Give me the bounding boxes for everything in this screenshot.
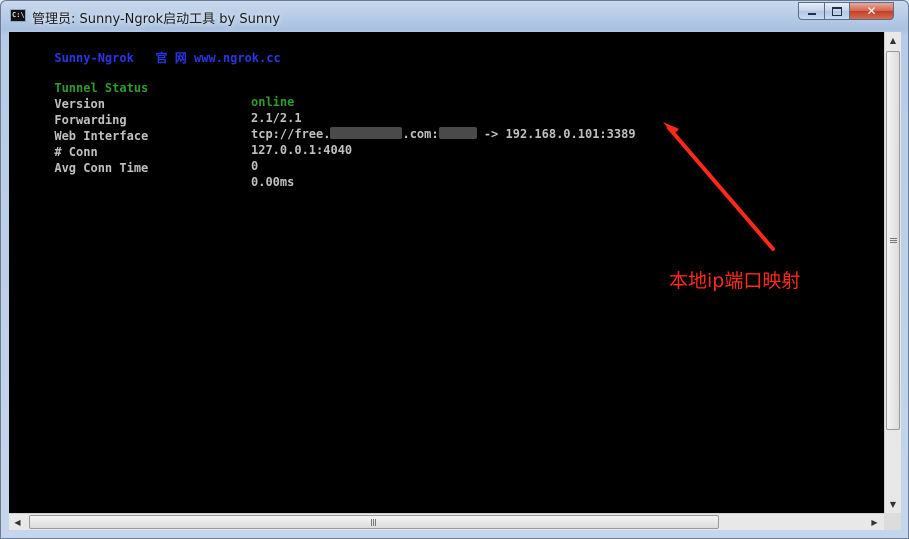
minimize-button[interactable]	[798, 2, 824, 20]
horizontal-scroll-thumb[interactable]	[29, 515, 719, 529]
version-value: 2.1/2.1	[251, 111, 302, 125]
vertical-scroll-thumb[interactable]	[886, 51, 900, 430]
redacted-port	[438, 127, 477, 139]
arrow-up-icon: ▲	[889, 36, 897, 45]
cmd-icon[interactable]: C:\	[10, 9, 26, 22]
forwarding-value: tcp://free. .com: -> 192.168.0.101:3389	[251, 127, 636, 141]
arrow-down-icon: ▼	[889, 500, 897, 509]
avg-conn-time-row: Avg Conn Time 0.00ms	[11, 147, 294, 203]
forwarding-mid: .com:	[402, 127, 439, 141]
minimize-icon	[807, 13, 816, 15]
site-label: 官 网	[155, 51, 187, 65]
site-url: www.ngrok.cc	[194, 51, 281, 65]
avg-conn-time-value: 0.00ms	[251, 175, 295, 189]
close-icon: ✕	[866, 4, 877, 18]
avg-conn-time-label: Avg Conn Time	[54, 161, 149, 175]
forwarding-prefix: tcp://free.	[251, 127, 331, 141]
scroll-up-button[interactable]: ▲	[885, 32, 901, 49]
console-output[interactable]: Sunny-Ngrok 官 网 www.ngrok.cc Tunnel Stat…	[9, 32, 884, 513]
maximize-button[interactable]	[824, 2, 849, 20]
scroll-down-button[interactable]: ▼	[885, 496, 901, 513]
annotation-arrow-icon	[663, 122, 775, 251]
scroll-right-button[interactable]: ▶	[866, 514, 883, 530]
maximize-icon	[832, 6, 842, 16]
resize-corner[interactable]	[884, 513, 901, 530]
web-interface-value: 127.0.0.1:4040	[251, 143, 353, 157]
window-controls: ✕	[798, 2, 894, 21]
vertical-scrollbar[interactable]: ▲ ▼	[884, 32, 901, 513]
window-title: 管理员: Sunny-Ngrok启动工具 by Sunny	[32, 12, 281, 27]
console-window: C:\ 管理员: Sunny-Ngrok启动工具 by Sunny ✕ Sunn…	[0, 0, 909, 539]
scroll-left-button[interactable]: ◀	[9, 514, 26, 530]
annotation-label: 本地ip端口映射	[669, 270, 801, 292]
title-bar[interactable]: C:\ 管理员: Sunny-Ngrok启动工具 by Sunny ✕	[1, 1, 908, 32]
app-name: Sunny-Ngrok	[54, 51, 134, 65]
forwarding-target: -> 192.168.0.101:3389	[476, 127, 636, 141]
redacted-domain	[330, 127, 403, 139]
close-button[interactable]: ✕	[849, 2, 894, 20]
conn-value: 0	[251, 159, 259, 173]
horizontal-scrollbar[interactable]: ◀ ▶	[9, 513, 884, 530]
arrow-left-icon: ◀	[14, 517, 21, 527]
arrow-right-icon: ▶	[871, 517, 878, 527]
status-value: online	[251, 95, 295, 109]
